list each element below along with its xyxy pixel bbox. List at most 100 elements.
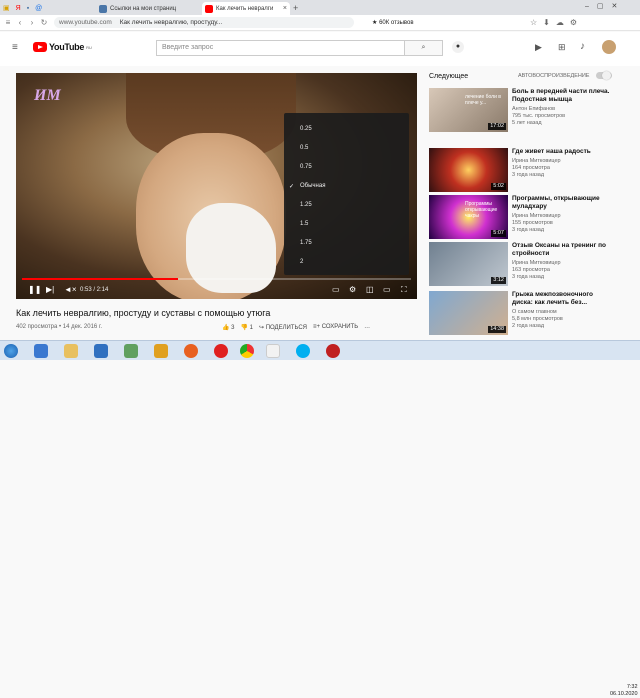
notifications-bell-icon[interactable]: ♪ [580,41,585,52]
related-video-title[interactable]: Программы, открывающие муладхару [512,195,612,211]
share-label: ПОДЕЛИТЬСЯ [265,324,308,331]
internet-explorer-icon[interactable] [34,344,48,358]
hamburger-menu-icon[interactable]: ≡ [12,42,18,53]
related-video-item[interactable]: 14:38 Грыжа межпозвоночного диска: как ле… [429,291,614,337]
headphones-icon[interactable] [154,344,168,358]
forward-icon[interactable]: › [26,18,38,27]
create-video-icon[interactable]: ▶ [535,42,542,53]
menu-icon[interactable]: ≡ [2,18,14,27]
next-icon[interactable]: ▶| [46,285,54,294]
speed-option[interactable]: 0.25 [300,126,312,132]
reload-icon[interactable]: ↻ [38,18,50,27]
file-explorer-icon[interactable] [64,344,78,358]
url-field[interactable]: www.youtube.com Как лечить невралгию, пр… [54,17,354,28]
video-player[interactable]: ИМ 0.25 0.5 0.75 Обычная ✓ 1.25 1.5 1.75 2 ❚❚ ▶|… [16,73,417,299]
video-thumbnail[interactable]: 3:12 [429,242,508,286]
media-player-icon[interactable] [124,344,138,358]
vk-icon[interactable]: ▪ [27,5,29,12]
related-video-item[interactable]: Программы открывающие чакры 5:07 Программы… [429,195,614,241]
theater-mode-icon[interactable]: ▭ [383,285,391,294]
speed-option[interactable]: Обычная [300,183,325,189]
related-video-title[interactable]: Где живет наша радость [512,148,612,156]
address-bar: ≡ ‹ › ↻ www.youtube.com Как лечить невра… [0,15,640,31]
tab-links[interactable]: Ссылки на мои страниц [96,2,202,15]
related-video-title[interactable]: Отзыв Оксаны на тренинг по стройности [512,242,612,258]
related-video-item[interactable]: 3:12 Отзыв Оксаны на тренинг по стройност… [429,242,614,288]
microphone-icon[interactable]: ● [452,41,464,53]
opera-icon[interactable] [214,344,228,358]
view-count: 155 просмотров [512,220,553,226]
autoplay-toggle[interactable] [596,71,612,80]
related-video-title[interactable]: Грыжа межпозвоночного диска: как лечить … [512,291,612,307]
chrome-icon[interactable] [240,344,254,358]
dislike-button[interactable]: 👎 1 [241,324,254,331]
share-button[interactable]: ↪ ПОДЕЛИТЬСЯ [259,324,307,331]
yandex-browser-icon[interactable] [266,344,280,358]
related-video-item[interactable]: 5:02 Где живет наша радость Ирина Митковиц… [429,148,614,194]
channel-name[interactable]: Ирина Митковицер [512,260,561,266]
progress-bar[interactable] [22,278,411,280]
subtitles-icon[interactable]: ▭ [332,285,340,294]
video-thumbnail[interactable]: лечение боли в плече у... 17:02 [429,88,508,132]
speed-option[interactable]: 1.25 [300,202,312,208]
new-tab-button[interactable]: + [293,3,298,13]
folder-icon[interactable]: ▣ [3,4,10,12]
channel-name[interactable]: Ирина Митковицер [512,158,561,164]
recorder-icon[interactable] [326,344,340,358]
share-icon: ↪ [259,324,265,331]
channel-name[interactable]: Ирина Митковицер [512,213,561,219]
speed-option[interactable]: 1.75 [300,240,312,246]
video-thumbnail[interactable]: 5:02 [429,148,508,192]
youtube-header: ≡ YouTube RU Введите запрос ⌕ ● ▶ ⊞ ♪ [0,32,640,66]
clock-time: 7:32 [626,684,638,690]
pause-icon[interactable]: ❚❚ [28,285,41,294]
youtube-logo[interactable]: YouTube RU [33,42,92,52]
firefox-icon[interactable] [184,344,198,358]
more-actions-icon[interactable]: … [364,324,370,330]
save-button[interactable]: ≡+ СОХРАНИТЬ [313,324,358,330]
playback-speed-menu: 0.25 0.5 0.75 Обычная ✓ 1.25 1.5 1.75 2 [284,113,409,275]
video-actions: 👍 3 👎 1 ↪ ПОДЕЛИТЬСЯ ≡+ СОХРАНИТЬ … [222,322,376,332]
channel-name[interactable]: Антон Епифанов [512,106,555,112]
channel-name[interactable]: О самом главном [512,309,557,315]
related-video-title[interactable]: Боль в передней части плеча. Подостная м… [512,88,612,104]
rating-badge[interactable]: ★ 60К отзывов [372,19,414,26]
speed-option[interactable]: 0.75 [300,164,312,170]
speed-option[interactable]: 1.5 [300,221,308,227]
upload-age: 2 года назад [512,323,545,329]
window-controls[interactable]: –▢✕ [585,2,625,10]
video-duration: 5:07 [491,230,506,237]
like-button[interactable]: 👍 3 [222,324,235,331]
video-duration: 5:02 [491,183,506,190]
tab-youtube[interactable]: Как лечить невралги × [202,2,290,15]
view-count: 164 просмотра [512,165,550,171]
thumbnail-caption: лечение боли в плече у... [465,94,501,106]
video-duration: 17:02 [488,123,506,130]
search-button[interactable]: ⌕ [405,40,443,56]
settings-gear-icon[interactable]: ⚙ [349,285,356,294]
selected-check-icon: ✓ [289,184,295,190]
related-video-item[interactable]: лечение боли в плече у... 17:02 Боль в пер… [429,88,614,134]
mute-icon[interactable]: ◄× [64,285,77,294]
fullscreen-icon[interactable]: ⛶ [401,285,407,295]
speed-option[interactable]: 2 [300,259,303,265]
mail-icon[interactable]: @ [35,5,42,12]
upload-age: 3 года назад [512,274,545,280]
video-thumbnail[interactable]: 14:38 [429,291,508,335]
system-clock[interactable]: 7:32 06.10.2020 [610,684,638,698]
word-icon[interactable] [94,344,108,358]
start-button-icon[interactable] [4,344,18,358]
back-icon[interactable]: ‹ [14,18,26,27]
yandex-icon[interactable]: Я [16,5,21,12]
skype-icon[interactable] [296,344,310,358]
search-input[interactable]: Введите запрос [156,40,405,56]
browser-toolbar-icons[interactable]: ☆⬇☁⚙ [530,18,583,27]
pinned-tabs[interactable]: ▣ Я ▪ @ [3,3,53,13]
video-thumbnail[interactable]: Программы открывающие чакры 5:07 [429,195,508,239]
view-count: 795 тыс. просмотров [512,113,566,119]
close-tab-icon[interactable]: × [283,5,287,12]
miniplayer-icon[interactable]: ◫ [366,285,374,294]
speed-option[interactable]: 0.5 [300,145,308,151]
apps-grid-icon[interactable]: ⊞ [558,42,566,53]
avatar[interactable] [602,40,616,54]
